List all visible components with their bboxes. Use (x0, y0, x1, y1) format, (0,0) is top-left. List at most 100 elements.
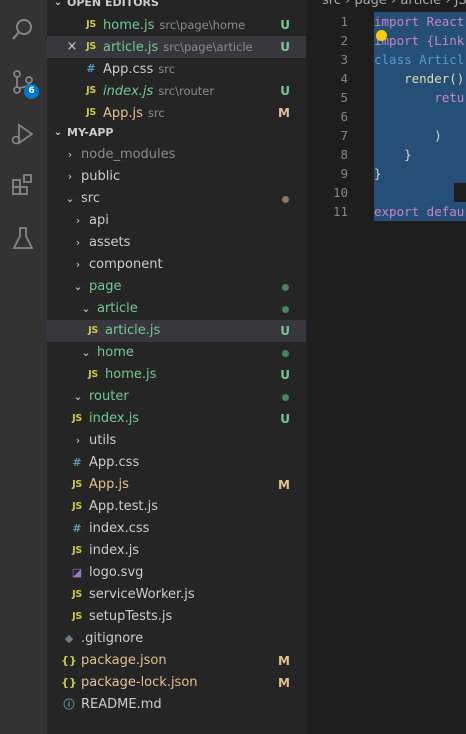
chevron-down-icon: ⌄ (65, 192, 75, 205)
file-label: article.js (103, 40, 159, 55)
folder-name: assets (89, 235, 131, 250)
git-status-dot (282, 394, 289, 401)
testing-icon[interactable] (9, 224, 37, 252)
file-item[interactable]: # App.css (47, 452, 306, 474)
breadcrumb[interactable]: src › page › article › JS (322, 0, 466, 8)
folder-item[interactable]: › public (47, 166, 306, 188)
file-label: home.js (103, 18, 155, 33)
file-item[interactable]: ⓘ README.md (47, 694, 306, 716)
line-number: 9 (340, 166, 348, 181)
file-item[interactable]: ◪ logo.svg (47, 562, 306, 584)
lightbulb-icon[interactable] (376, 30, 387, 41)
open-editor-item[interactable]: JS App.js src M (47, 102, 306, 124)
file-item[interactable]: JS serviceWorker.js (47, 584, 306, 606)
file-item[interactable]: JS App.js M (47, 474, 306, 496)
css-file-icon: # (72, 522, 82, 535)
file-name: App.js (89, 477, 129, 492)
chevron-down-icon: ⌄ (53, 127, 63, 138)
file-name: serviceWorker.js (89, 587, 195, 602)
file-path: src\page\home (159, 18, 246, 32)
folder-item[interactable]: ⌄ page (47, 276, 306, 298)
file-item[interactable]: {} package.json M (47, 650, 306, 672)
folder-item[interactable]: ⌄ home (47, 342, 306, 364)
open-editor-item[interactable]: JS index.js src\router U (47, 80, 306, 102)
git-status-badge: U (280, 368, 290, 382)
folder-name: component (89, 257, 163, 272)
chevron-right-icon: › (75, 434, 81, 447)
git-file-icon: ◆ (64, 632, 74, 645)
extensions-icon[interactable] (9, 172, 37, 200)
file-label: App.css (103, 62, 154, 77)
json-file-icon: {} (61, 654, 77, 667)
code-text: export defau (374, 204, 465, 219)
code-line: 10 (306, 183, 466, 202)
open-editors-header[interactable]: ⌄ OPEN EDITORS (47, 0, 306, 14)
file-name: article.js (105, 323, 161, 338)
folder-item[interactable]: › api (47, 210, 306, 232)
chevron-down-icon: ⌄ (53, 0, 63, 8)
file-name: article.js src\page\article (103, 36, 253, 59)
file-name: home.js (105, 367, 157, 382)
js-file-icon: JS (72, 501, 82, 512)
css-file-icon: # (72, 456, 82, 469)
js-file-icon: JS (86, 107, 96, 118)
code-editor[interactable]: src › page › article › JS 1 import React 2… (306, 0, 466, 734)
chevron-down-icon: ⌄ (73, 280, 83, 293)
folder-name: public (81, 169, 121, 184)
git-status-dot (282, 350, 289, 357)
folder-name: router (89, 389, 129, 404)
js-file-icon: JS (86, 19, 96, 30)
git-status-badge: U (280, 40, 290, 54)
folder-name: home (97, 345, 134, 360)
folder-item[interactable]: › component (47, 254, 306, 276)
close-icon[interactable]: × (65, 36, 79, 58)
line-number: 7 (340, 128, 348, 143)
code-text: ) (374, 128, 442, 143)
run-debug-icon[interactable] (9, 120, 37, 148)
line-number: 4 (340, 71, 348, 86)
code-text: } (374, 147, 412, 162)
js-file-icon: JS (72, 545, 82, 556)
folder-item[interactable]: ⌄ router (47, 386, 306, 408)
file-item[interactable]: JS index.js (47, 540, 306, 562)
json-file-icon: {} (61, 676, 77, 689)
js-file-icon: JS (86, 85, 96, 96)
file-item[interactable]: {} package-lock.json M (47, 672, 306, 694)
chevron-down-icon: ⌄ (81, 346, 91, 359)
git-status-badge: U (280, 324, 290, 338)
file-name: index.css (89, 521, 150, 536)
code-line: 11 export defau (306, 202, 466, 221)
js-file-icon: JS (86, 41, 96, 52)
open-editor-item[interactable]: JS home.js src\page\home U (47, 14, 306, 36)
file-item[interactable]: JS App.test.js (47, 496, 306, 518)
file-item[interactable]: ◆ .gitignore (47, 628, 306, 650)
file-item[interactable]: JS setupTests.js (47, 606, 306, 628)
code-text: render() (374, 71, 465, 86)
code-text: retu (374, 90, 465, 105)
file-item[interactable]: # index.css (47, 518, 306, 540)
file-name: index.js src\router (103, 80, 214, 103)
folder-name: api (89, 213, 109, 228)
file-path: src (147, 106, 165, 120)
folder-item[interactable]: › assets (47, 232, 306, 254)
file-item[interactable]: JS home.js U (47, 364, 306, 386)
git-status-dot (282, 196, 289, 203)
git-status-dot (282, 306, 289, 313)
open-editor-item[interactable]: # App.css src (47, 58, 306, 80)
open-editor-item[interactable]: × JS article.js src\page\article U (47, 36, 306, 58)
project-header[interactable]: ⌄ MY-APP (47, 122, 306, 144)
folder-item[interactable]: › utils (47, 430, 306, 452)
folder-item[interactable]: ⌄ article (47, 298, 306, 320)
js-file-icon: JS (88, 325, 98, 336)
folder-item[interactable]: › node_modules (47, 144, 306, 166)
js-file-icon: JS (72, 479, 82, 490)
folder-item[interactable]: ⌄ src (47, 188, 306, 210)
file-item[interactable]: JS index.js U (47, 408, 306, 430)
git-status-badge: M (278, 106, 290, 120)
line-number: 6 (340, 109, 348, 124)
js-file-icon: JS (72, 589, 82, 600)
code-text: } (374, 166, 382, 181)
code-line: 1 import React (306, 12, 466, 31)
search-icon[interactable] (9, 16, 37, 44)
file-item[interactable]: JS article.js U (47, 320, 306, 342)
